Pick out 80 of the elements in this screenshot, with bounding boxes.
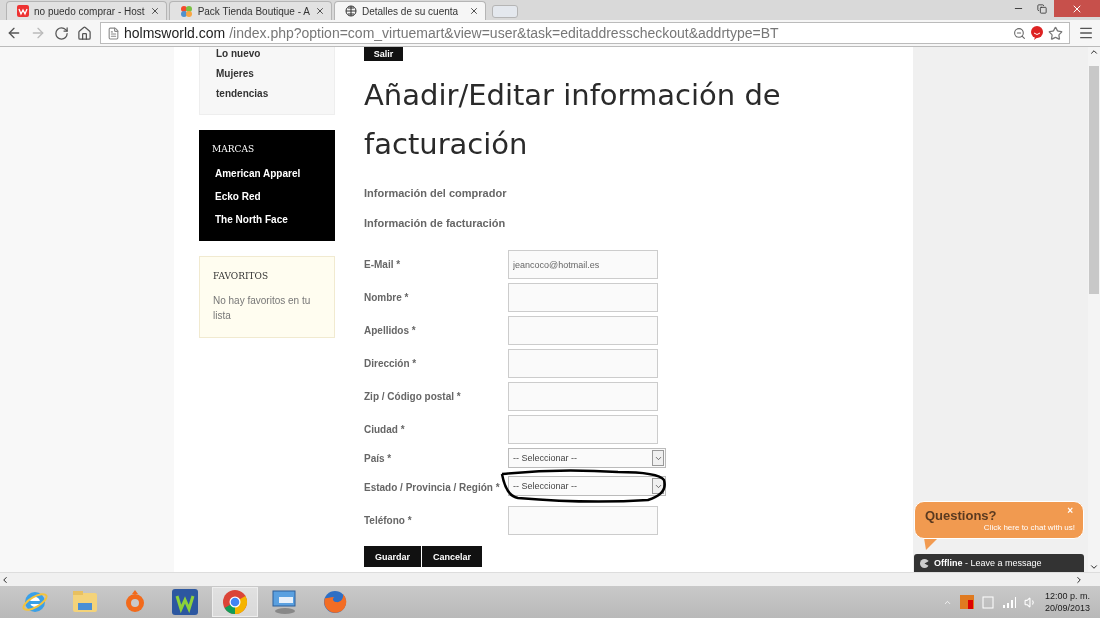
scroll-right-icon[interactable] [1074,574,1084,585]
tab-title: Detalles de su cuenta [361,5,460,17]
field-label: Apellidos * [364,325,417,336]
w-logo-icon [172,589,198,615]
menu-link[interactable]: Mujeres [216,67,334,80]
page-title: Añadir/Editar información de facturación [364,77,782,163]
chat-title: Questions? [925,508,997,523]
url-host: holmsworld.com [124,25,226,41]
input-field[interactable] [508,415,658,444]
section-heading: Información de facturación [364,217,507,229]
browser-tab[interactable]: Detalles de su cuenta [333,1,486,20]
address-bar[interactable]: holmsworld.com /index.php?option=com_virtuemart&view=user&task=editaddresscheckout&addrtype=BT [100,22,1070,44]
field-label: E-Mail * [364,259,402,270]
select-field[interactable]: -- Seleccionar -- [508,448,666,468]
panel-title: FAVORITOS [213,271,270,281]
field-label: Dirección * [364,358,418,369]
globe-icon [344,5,357,17]
tab-title: Pack Tienda Boutique - A [197,5,310,17]
back-icon[interactable] [6,25,22,41]
browser-tab[interactable]: no puedo comprar - Host [6,1,167,20]
brand-link[interactable]: Ecko Red [212,190,335,204]
field-label: Nombre * [364,292,410,303]
clock[interactable]: 12:00 p. m. 20/09/2013 [1044,590,1090,614]
input-field[interactable] [508,349,658,378]
tab-title: no puedo comprar - Host [34,5,145,17]
fox-globe-icon [322,589,348,615]
ring-icon [123,589,147,615]
field-label: País * [364,452,393,464]
scroll-up-icon[interactable] [1089,47,1099,57]
w-logo-icon [17,5,29,17]
speech-bubble-icon[interactable] [1030,26,1044,40]
brand-link[interactable]: American Apparel [212,167,335,181]
chat-bubble[interactable]: Questions? Click here to chat with us! × [914,501,1084,539]
field-label: Teléfono * [364,515,413,526]
brand-link[interactable]: The North Face [212,213,335,227]
chat-status-icon [920,558,929,568]
reload-icon[interactable] [54,25,69,41]
chat-status-bar[interactable]: Offline - Leave a message [914,554,1084,572]
form-button[interactable]: Guardar [364,546,421,567]
puzzle-icon [179,4,193,18]
folder-icon [72,590,98,614]
logout-button[interactable]: Salir [364,47,403,61]
chat-subtitle: Click here to chat with us! [983,523,1075,532]
close-icon[interactable] [468,6,479,16]
close-icon[interactable] [314,6,325,16]
close-icon[interactable] [149,6,160,16]
chrome-logo-icon [222,589,248,615]
menu-link[interactable]: tendencias [216,87,334,100]
star-icon[interactable] [1048,25,1063,41]
input-field[interactable] [508,316,658,345]
page-icon [107,26,120,40]
field-label: Ciudad * [364,424,406,435]
field-label: Estado / Provincia / Región * [364,481,501,493]
scrollbar-thumb[interactable] [1089,65,1099,294]
monitor-icon [271,589,299,615]
browser-tab[interactable]: Pack Tienda Boutique - A [168,1,332,20]
menu-icon[interactable] [1078,25,1094,41]
input-field[interactable]: jeancoco@hotmail.es [508,250,658,279]
e-logo-icon [22,589,48,615]
form-button[interactable]: Cancelar [422,546,483,567]
signal-icon[interactable] [1001,596,1016,608]
url-path: /index.php?option=com_virtuemart&view=user&task=editaddresscheckout&addrtype=BT [229,25,780,41]
select-field[interactable]: -- Seleccionar -- [508,476,666,496]
restore-icon[interactable] [1037,3,1047,14]
chat-status-text: Offline - Leave a message [934,558,1042,568]
input-field[interactable] [508,382,658,411]
bubble-tail [924,538,938,550]
panel-title: MARCAS [212,144,256,154]
input-field[interactable] [508,506,658,535]
taskbar-app[interactable] [212,587,258,617]
section-heading: Información del comprador [364,187,508,199]
empty-message: No hay favoritos en tu lista [213,294,312,323]
zoom-out-icon[interactable] [1013,26,1026,40]
scroll-down-icon[interactable] [1089,562,1099,572]
home-icon[interactable] [77,25,92,41]
alert-app-icon[interactable] [959,595,974,609]
field-label: Zip / Código postal * [364,391,462,402]
input-field[interactable] [508,283,658,312]
menu-link[interactable]: Lo nuevo [216,47,334,60]
scroll-left-icon[interactable] [0,574,10,585]
